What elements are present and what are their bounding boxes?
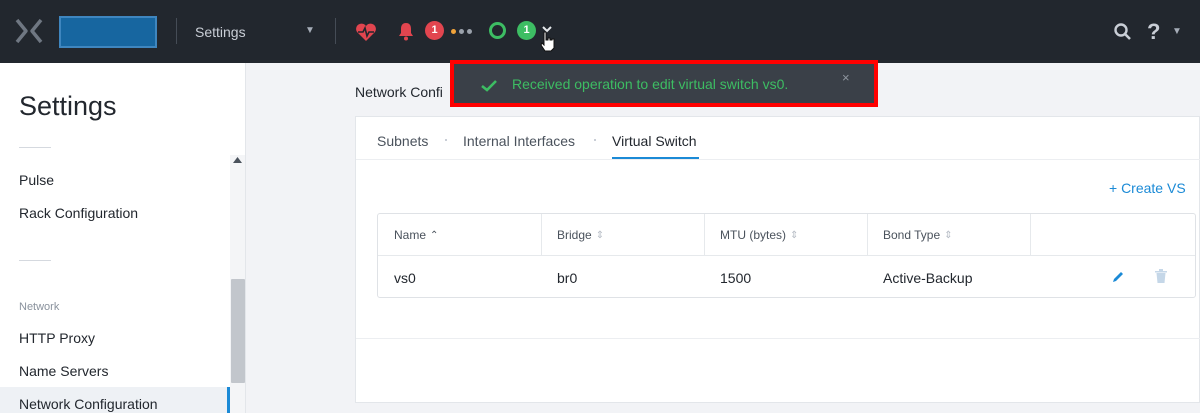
tab-subnets[interactable]: Subnets xyxy=(377,133,428,149)
divider xyxy=(176,18,177,44)
settings-sidebar: Settings Pulse Rack Configuration Networ… xyxy=(0,63,246,413)
scroll-up-arrow-icon[interactable] xyxy=(233,157,242,163)
health-heart-icon[interactable] xyxy=(355,22,377,42)
tab-separator xyxy=(594,139,596,141)
tabs-divider xyxy=(356,159,1200,160)
help-icon[interactable]: ? xyxy=(1147,19,1160,45)
help-chevron-down-icon[interactable]: ▼ xyxy=(1172,26,1182,37)
tab-separator xyxy=(445,139,447,141)
column-header-bond-type[interactable]: Bond Type ⇕ xyxy=(883,228,953,242)
card-divider xyxy=(356,338,1200,339)
page-breadcrumb: Network Confi xyxy=(355,84,443,100)
top-bar: Settings ▼ 1 1 ? ▼ xyxy=(0,0,1200,63)
sidebar-item-pulse[interactable]: Pulse xyxy=(19,172,54,188)
cluster-name-box[interactable] xyxy=(59,16,157,48)
cell-name: vs0 xyxy=(394,270,416,286)
tasks-count-badge[interactable]: 1 xyxy=(517,21,536,40)
section-divider xyxy=(19,260,51,261)
sidebar-section-network: Network xyxy=(19,301,60,313)
tab-internal-interfaces[interactable]: Internal Interfaces xyxy=(463,133,575,149)
sidebar-item-rack-configuration[interactable]: Rack Configuration xyxy=(19,205,138,221)
edit-pencil-icon[interactable] xyxy=(1111,270,1125,284)
virtual-switch-table: Name ⌃ Bridge ⇕ MTU (bytes) ⇕ Bond Type ⇕ vs… xyxy=(377,213,1196,298)
column-header-name[interactable]: Name ⌃ xyxy=(394,228,438,242)
toast-message: Received operation to edit virtual switc… xyxy=(512,76,789,92)
main-menu-label[interactable]: Settings xyxy=(195,24,246,40)
column-divider xyxy=(867,214,868,256)
sidebar-item-http-proxy[interactable]: HTTP Proxy xyxy=(19,330,95,346)
column-header-bridge[interactable]: Bridge ⇕ xyxy=(557,228,604,242)
alerts-count-badge[interactable]: 1 xyxy=(425,21,444,40)
alerts-bell-icon[interactable] xyxy=(397,21,415,41)
sort-icon[interactable]: ⇕ xyxy=(596,230,604,241)
delete-trash-icon[interactable] xyxy=(1155,269,1167,283)
network-config-card: Subnets Internal Interfaces Virtual Swit… xyxy=(355,116,1200,403)
tab-virtual-switch[interactable]: Virtual Switch xyxy=(612,133,697,149)
hand-cursor-icon xyxy=(540,31,555,52)
close-icon[interactable]: × xyxy=(842,70,850,85)
sidebar-title: Settings xyxy=(19,91,117,121)
more-events-icon[interactable] xyxy=(451,29,473,35)
cell-bridge: br0 xyxy=(557,270,578,286)
column-divider xyxy=(541,214,542,256)
section-divider xyxy=(19,147,51,148)
divider xyxy=(335,18,336,44)
column-divider xyxy=(1030,214,1031,256)
sidebar-item-name-servers[interactable]: Name Servers xyxy=(19,363,108,379)
column-header-mtu[interactable]: MTU (bytes) ⇕ xyxy=(720,228,798,242)
search-icon[interactable] xyxy=(1113,22,1132,41)
success-toast: Received operation to edit virtual switc… xyxy=(450,60,878,107)
table-header-row: Name ⌃ Bridge ⇕ MTU (bytes) ⇕ Bond Type ⇕ xyxy=(378,214,1195,256)
column-divider xyxy=(704,214,705,256)
create-vs-button[interactable]: + Create VS xyxy=(1109,180,1186,196)
sidebar-item-network-configuration[interactable]: Network Configuration xyxy=(19,396,158,412)
sort-icon[interactable]: ⇕ xyxy=(944,230,952,241)
app-logo-icon[interactable] xyxy=(14,18,44,44)
cell-mtu: 1500 xyxy=(720,270,752,286)
tasks-status-icon[interactable] xyxy=(489,22,506,39)
chevron-down-icon[interactable]: ▼ xyxy=(305,25,315,36)
sort-asc-icon[interactable]: ⌃ xyxy=(430,230,438,241)
cell-bond-type: Active-Backup xyxy=(883,270,973,286)
sidebar-scrollbar-thumb[interactable] xyxy=(231,279,245,383)
checkmark-icon xyxy=(481,80,497,92)
sort-icon[interactable]: ⇕ xyxy=(790,230,798,241)
